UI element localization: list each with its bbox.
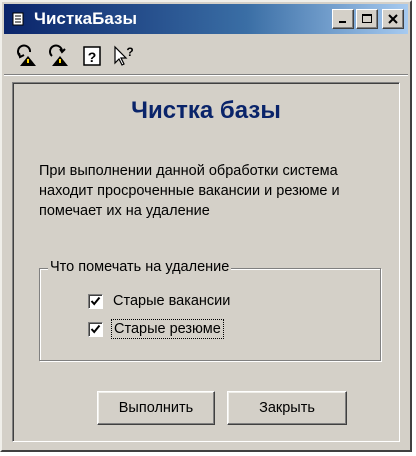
checkmark-icon	[90, 324, 101, 334]
close-icon	[388, 14, 398, 24]
svg-text:?: ?	[126, 45, 133, 59]
context-help-icon: ?	[114, 45, 134, 66]
description-line: При выполнении данной обработки система	[39, 163, 338, 179]
checkmark-icon	[90, 296, 101, 306]
context-help-button[interactable]: ?	[110, 42, 138, 70]
description-text: При выполнении данной обработки система …	[39, 161, 389, 221]
transfer-out-icon	[49, 44, 68, 66]
transfer-in-button[interactable]	[14, 42, 42, 70]
transfer-out-button[interactable]	[46, 42, 74, 70]
title-bar[interactable]: ЧисткаБазы	[4, 4, 408, 34]
old-vacancies-label: Старые вакансии	[113, 293, 231, 309]
dialog-window: ЧисткаБазы ? ? Чистка базы При выполнени…	[0, 0, 412, 452]
maximize-button[interactable]	[356, 9, 378, 29]
toolbar: ? ?	[4, 38, 408, 75]
old-resumes-label: Старые резюме	[111, 319, 224, 339]
group-legend: Что помечать на удаление	[48, 259, 232, 275]
minimize-icon	[339, 21, 346, 23]
option-old-resumes[interactable]: Старые резюме	[88, 319, 224, 339]
description-line: находит просроченные вакансии и резюме и	[39, 183, 340, 199]
svg-text:?: ?	[88, 49, 97, 65]
old-resumes-checkbox[interactable]	[88, 321, 103, 337]
description-line: помечает их на удаление	[39, 203, 210, 219]
option-old-vacancies[interactable]: Старые вакансии	[88, 293, 230, 309]
help-button[interactable]: ?	[78, 42, 106, 70]
help-icon: ?	[83, 46, 101, 66]
transfer-in-icon	[17, 44, 36, 66]
paper-icon	[10, 10, 28, 28]
mark-options-group: Что помечать на удаление Старые вакансии…	[39, 259, 381, 361]
old-vacancies-checkbox[interactable]	[88, 293, 103, 309]
maximize-icon	[362, 14, 372, 23]
page-title: Чистка базы	[131, 97, 281, 124]
close-window-button[interactable]	[382, 9, 404, 29]
run-button[interactable]: Выполнить	[97, 391, 215, 425]
window-title: ЧисткаБазы	[34, 9, 137, 28]
main-panel: Чистка базы При выполнении данной обрабо…	[12, 82, 400, 442]
close-button[interactable]: Закрыть	[227, 391, 347, 425]
minimize-button[interactable]	[332, 9, 354, 29]
